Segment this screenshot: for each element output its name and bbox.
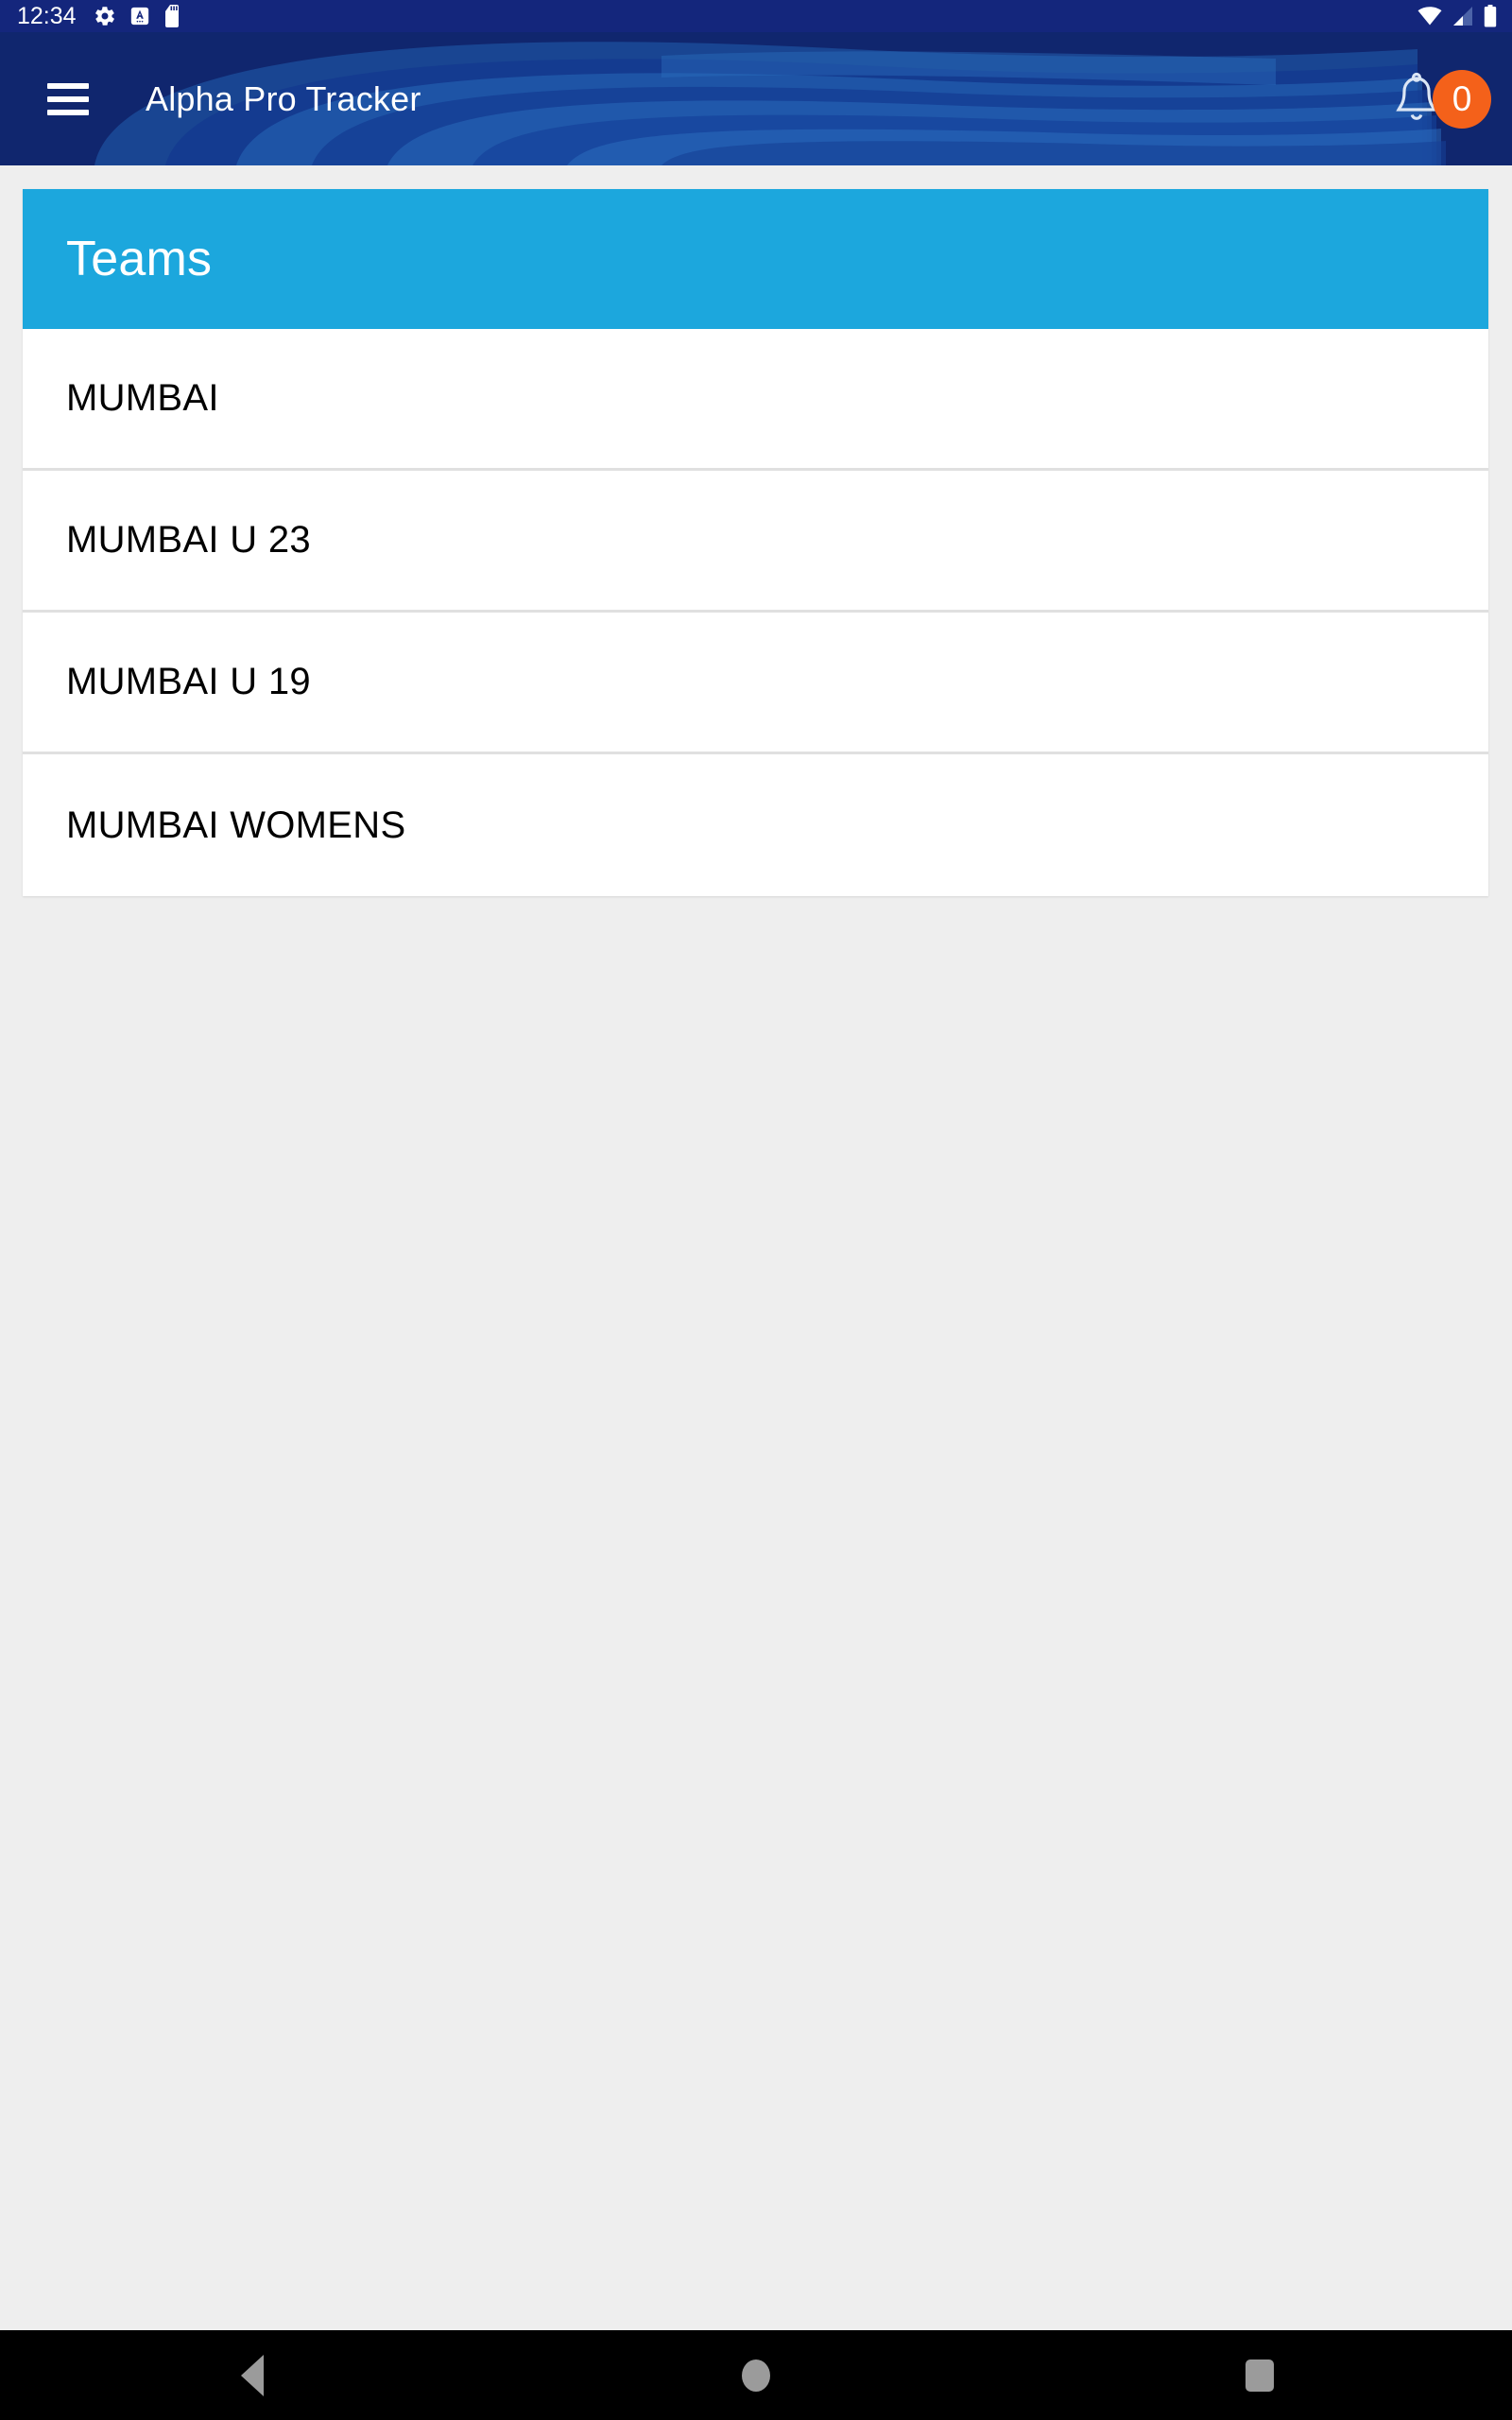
status-bar: 12:34 — [0, 0, 1512, 32]
team-name: MUMBAI U 19 — [66, 661, 311, 702]
back-button[interactable] — [181, 2330, 323, 2420]
team-name: MUMBAI — [66, 377, 219, 419]
list-item[interactable]: MUMBAI U 19 — [23, 613, 1488, 754]
hamburger-menu-icon[interactable] — [47, 82, 89, 115]
sd-card-icon — [163, 5, 182, 27]
hamburger-bar — [47, 95, 89, 102]
list-item[interactable]: MUMBAI U 23 — [23, 471, 1488, 613]
recents-button[interactable] — [1189, 2330, 1331, 2420]
app-screen: 12:34 Alpha Pro Tracker 0 Teams MUMBAI M… — [0, 0, 1512, 2420]
home-circle-icon — [741, 2359, 770, 2392]
recents-square-icon — [1246, 2359, 1275, 2392]
team-name: MUMBAI WOMENS — [66, 804, 406, 846]
gear-icon — [94, 5, 116, 27]
teams-card: Teams MUMBAI MUMBAI U 23 MUMBAI U 19 MUM… — [23, 189, 1488, 896]
status-bar-clock: 12:34 — [17, 3, 77, 29]
team-name: MUMBAI U 23 — [66, 519, 311, 561]
teams-list: MUMBAI MUMBAI U 23 MUMBAI U 19 MUMBAI WO… — [23, 329, 1488, 896]
battery-icon — [1484, 5, 1497, 27]
app-bar-actions: 0 — [1383, 66, 1491, 132]
notification-badge[interactable]: 0 — [1433, 69, 1491, 129]
hamburger-bar — [47, 109, 89, 115]
home-button[interactable] — [685, 2330, 827, 2420]
android-a-icon — [129, 6, 150, 26]
system-navigation-bar — [0, 2330, 1512, 2420]
page-title: Teams — [66, 232, 213, 286]
list-item[interactable]: MUMBAI — [23, 329, 1488, 471]
app-title: Alpha Pro Tracker — [146, 78, 421, 118]
back-triangle-icon — [240, 2354, 264, 2396]
wifi-icon — [1418, 7, 1442, 26]
teams-card-header: Teams — [23, 189, 1488, 329]
app-bar: Alpha Pro Tracker 0 — [0, 32, 1512, 165]
hamburger-bar — [47, 82, 89, 89]
status-bar-left-icons — [94, 5, 182, 27]
list-item[interactable]: MUMBAI WOMENS — [23, 754, 1488, 896]
cellular-signal-icon — [1452, 7, 1473, 26]
status-bar-right-icons — [1418, 5, 1497, 27]
